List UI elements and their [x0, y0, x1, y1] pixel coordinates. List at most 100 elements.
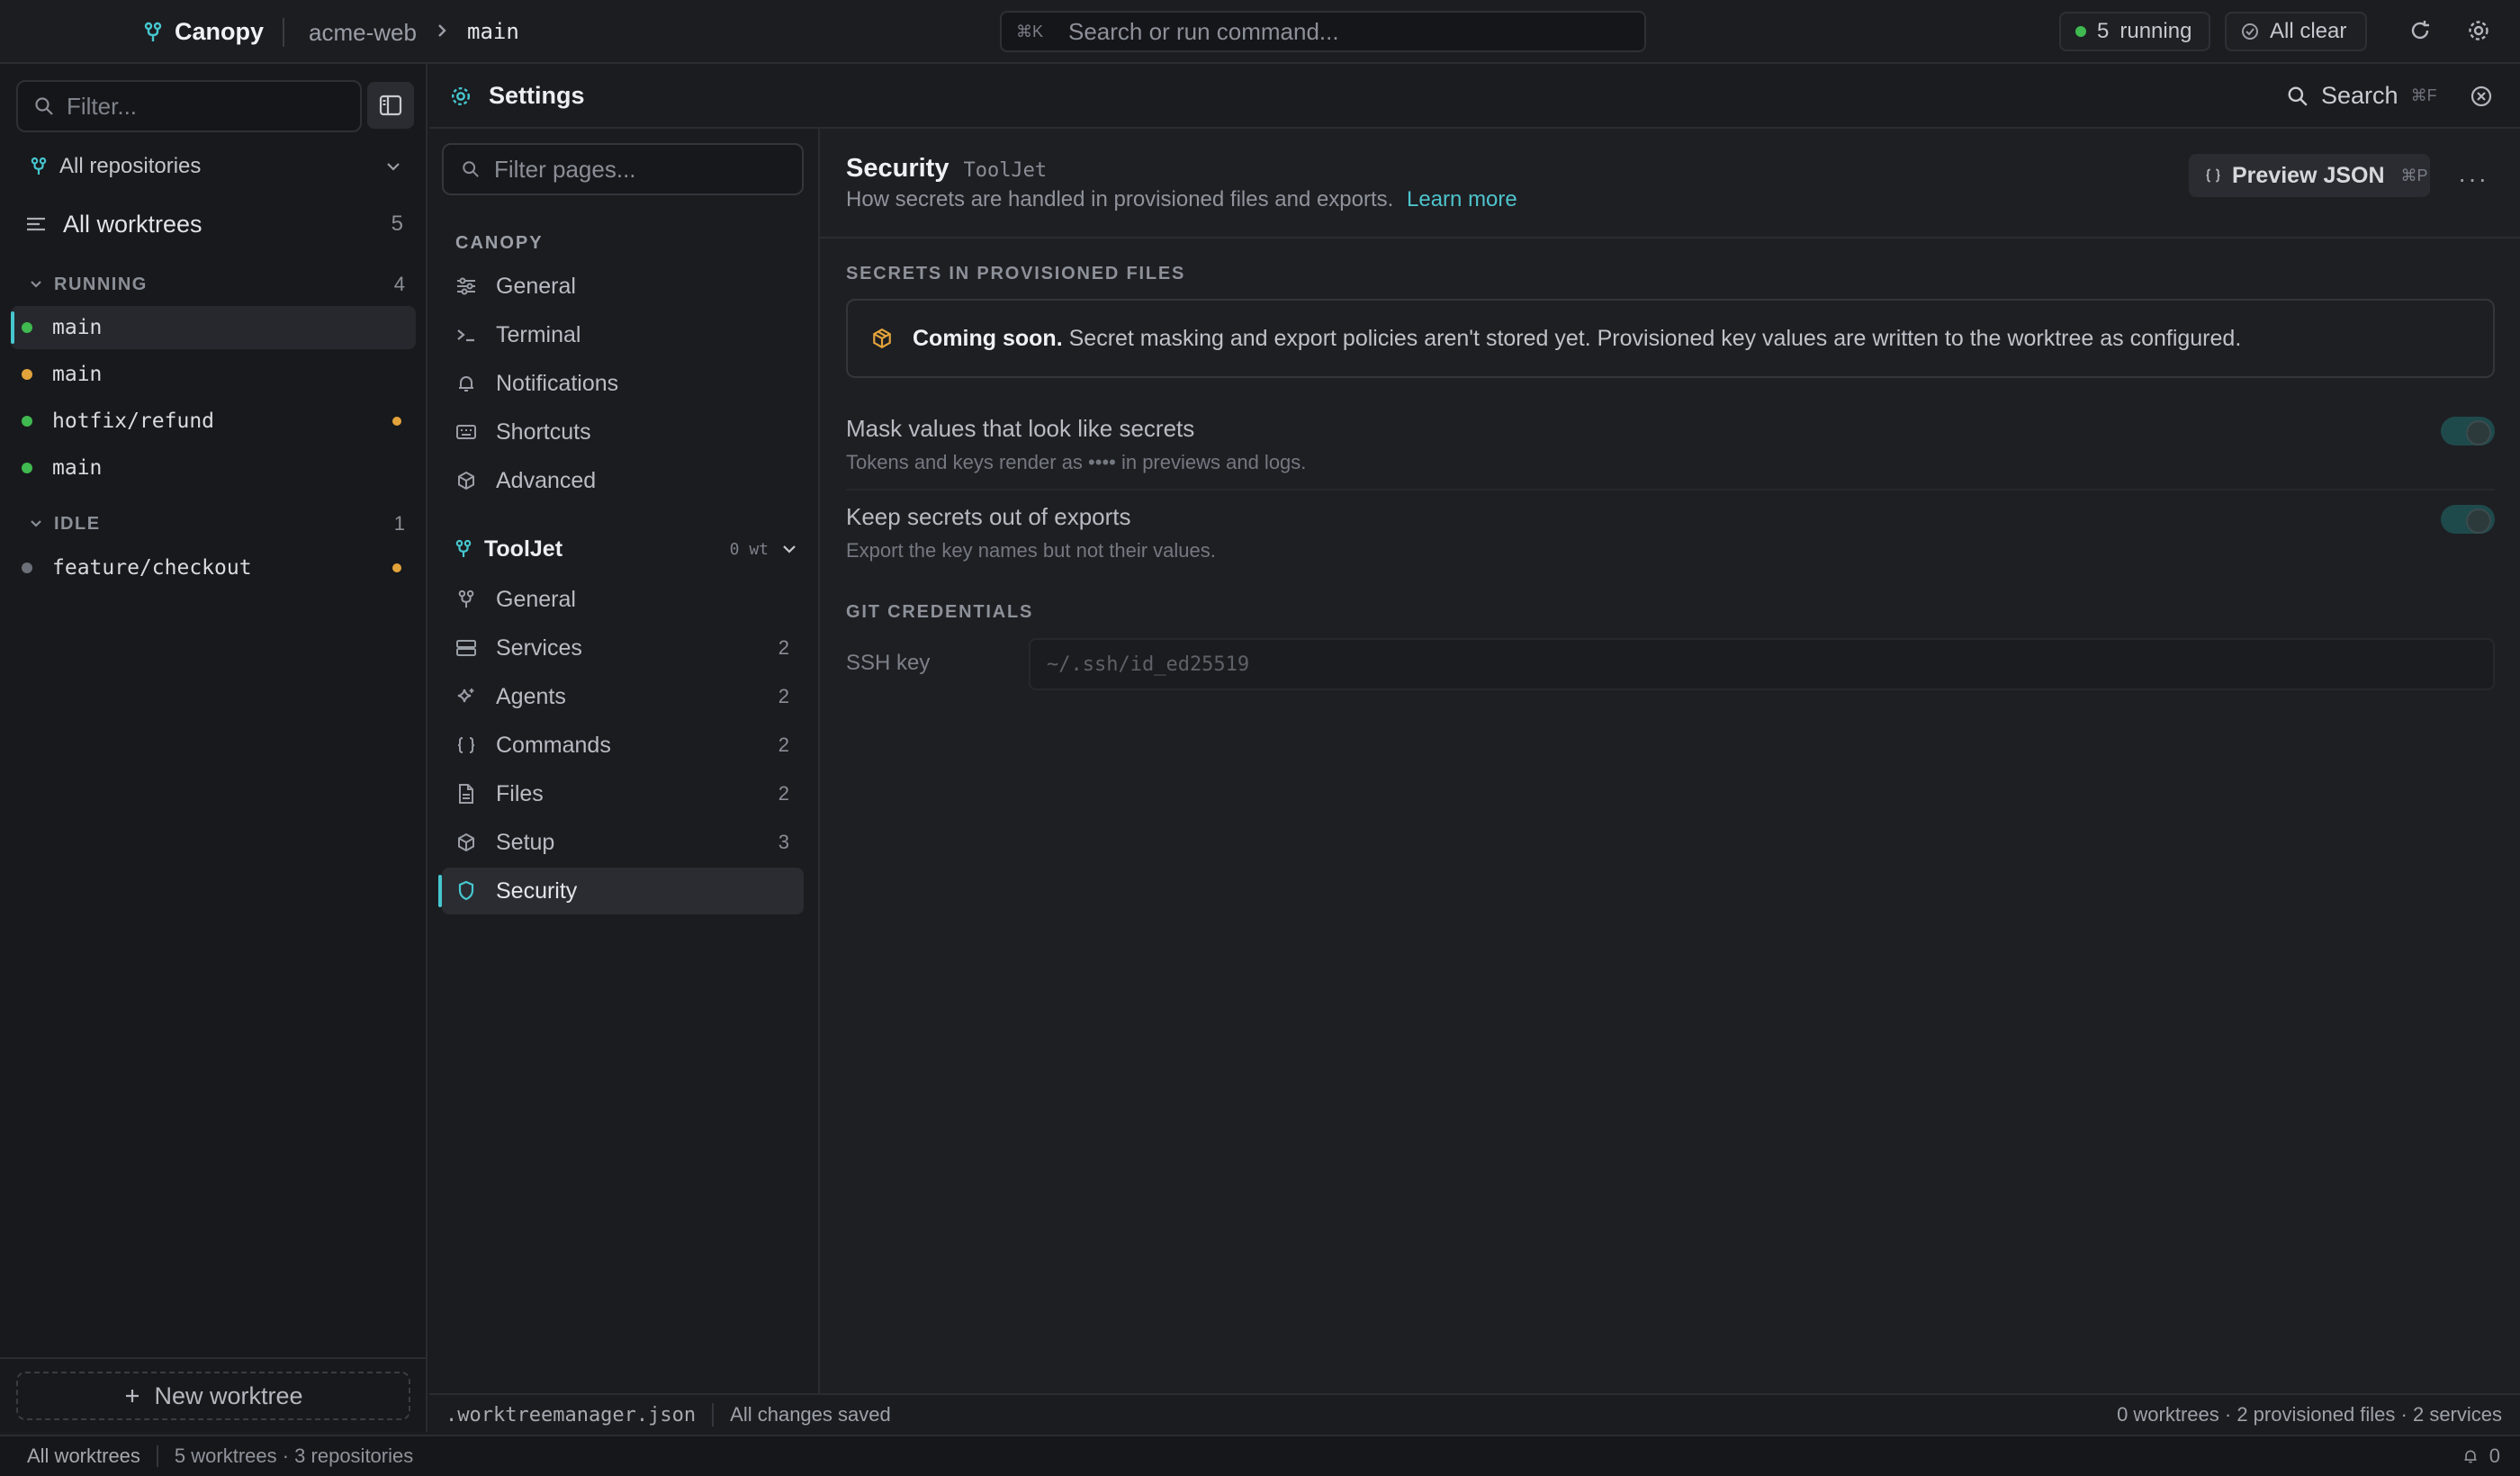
nav-item-notifications[interactable]: Notifications [442, 360, 804, 407]
branch-icon [455, 539, 472, 559]
filter-pages-input[interactable]: Filter pages... [442, 143, 804, 195]
gear-icon[interactable] [2466, 18, 2491, 43]
worktree-item[interactable]: main [11, 353, 416, 396]
notification-count: 0 [2488, 1444, 2500, 1467]
learn-more-link[interactable]: Learn more [1407, 187, 1517, 212]
exclude-exports-toggle[interactable] [2441, 505, 2495, 534]
worktree-item[interactable]: hotfix/refund [11, 400, 416, 443]
nav-item-security[interactable]: Security [438, 868, 804, 914]
preview-json-button[interactable]: Preview JSON ⌘P [2189, 154, 2430, 197]
ssh-key-input[interactable]: ~/.ssh/id_ed25519 [1029, 638, 2495, 690]
breadcrumb-repo[interactable]: acme-web [309, 19, 417, 47]
worktree-item[interactable]: main [11, 446, 416, 490]
group-header-running[interactable]: RUNNING 4 [29, 271, 405, 298]
config-file-name[interactable]: .worktreemanager.json [446, 1404, 696, 1426]
running-status-pill[interactable]: 5 running [2059, 12, 2210, 51]
plus-icon [123, 1387, 141, 1405]
braces-icon [454, 735, 478, 755]
nav-item-general[interactable]: General [442, 263, 804, 310]
nav-item-shortcuts[interactable]: Shortcuts [442, 409, 804, 455]
notifications-button[interactable]: 0 [2462, 1444, 2500, 1468]
save-status: All changes saved [730, 1403, 891, 1426]
ssh-key-placeholder: ~/.ssh/id_ed25519 [1047, 652, 1250, 676]
worktree-filter-input[interactable]: Filter... [16, 80, 362, 132]
filter-pages-placeholder: Filter pages... [494, 155, 636, 183]
worktree-item[interactable]: feature/checkout [11, 546, 416, 590]
chevron-down-icon [29, 279, 43, 290]
panel-header: Security ToolJet How secrets are handled… [820, 129, 2520, 238]
repository-select[interactable]: All repositories [31, 150, 401, 183]
nav-item-files[interactable]: Files 2 [442, 770, 804, 817]
settings-footer: .worktreemanager.json All changes saved … [429, 1393, 2520, 1435]
group-count: 1 [393, 512, 405, 535]
settings-header: Settings Search ⌘F [429, 64, 2520, 129]
nav-item-label: Shortcuts [496, 418, 591, 445]
refresh-icon[interactable] [2408, 18, 2432, 43]
nav-item-agents[interactable]: Agents 2 [442, 673, 804, 720]
toggle-panel-button[interactable] [367, 82, 414, 129]
sliders-icon [454, 276, 478, 296]
page-title-text: Security [846, 154, 950, 183]
setting-hint: Tokens and keys render as •••• in previe… [846, 451, 1307, 473]
nav-item-label: Commands [496, 732, 611, 758]
nav-item-label: Security [496, 878, 578, 904]
file-icon [454, 783, 478, 805]
all-worktrees-item[interactable]: All worktrees 5 [25, 206, 403, 242]
divider [712, 1403, 715, 1426]
page-description-text: How secrets are handled in provisioned f… [846, 187, 1394, 212]
gear-icon [449, 85, 472, 108]
branch-logo-icon [144, 22, 162, 43]
notice-body: Secret masking and export policies aren'… [1068, 325, 2242, 351]
chevron-down-icon [781, 543, 797, 555]
divider [283, 18, 284, 47]
group-count: 4 [393, 273, 405, 295]
nav-item-commands[interactable]: Commands 2 [442, 722, 804, 769]
nav-item-advanced[interactable]: Advanced [442, 457, 804, 504]
all-worktrees-label: All worktrees [63, 210, 202, 238]
check-circle-icon [2241, 22, 2259, 40]
close-icon[interactable] [2469, 84, 2494, 109]
nav-item-count: 2 [778, 636, 789, 659]
group-header-idle[interactable]: IDLE 1 [29, 510, 405, 537]
package-icon [871, 328, 893, 349]
app-brand[interactable]: Canopy [144, 18, 264, 46]
settings-search-button[interactable]: Search ⌘F [2287, 82, 2437, 110]
nav-item-terminal[interactable]: Terminal [442, 311, 804, 358]
new-worktree-button[interactable]: New worktree [16, 1372, 410, 1420]
changes-dot-icon [392, 563, 401, 572]
nav-item-count: 2 [778, 685, 789, 707]
security-settings-panel: Security ToolJet How secrets are handled… [820, 129, 2520, 1393]
nav-item-setup[interactable]: Setup 3 [442, 819, 804, 866]
nav-item-label: Services [496, 634, 582, 661]
nav-item-project-general[interactable]: General [442, 576, 804, 623]
sparkle-icon [454, 687, 478, 706]
running-count: 5 [2097, 19, 2110, 43]
divider [156, 1445, 158, 1467]
project-tag: ToolJet [963, 159, 1048, 182]
project-header[interactable]: ToolJet 0 wt [455, 533, 797, 565]
mask-secrets-toggle[interactable] [2441, 417, 2495, 446]
status-dot-icon [22, 416, 32, 427]
search-icon [462, 160, 480, 178]
command-palette-input[interactable]: ⌘K Search or run command... [1000, 11, 1646, 52]
section-secrets-label: SECRETS IN PROVISIONED FILES [846, 264, 1186, 284]
config-summary: 0 worktrees · 2 provisioned files · 2 se… [2117, 1403, 2502, 1426]
settings-title: Settings [449, 82, 585, 110]
health-status-pill[interactable]: All clear [2225, 12, 2367, 51]
worktree-name: hotfix/refund [52, 410, 215, 433]
search-icon [2287, 86, 2308, 107]
command-shortcut: ⌘K [1016, 22, 1044, 40]
notice-strong: Coming soon. [913, 325, 1063, 351]
breadcrumb-branch[interactable]: main [467, 19, 519, 44]
branch-icon [454, 590, 478, 609]
nav-item-services[interactable]: Services 2 [442, 625, 804, 671]
status-scope[interactable]: All worktrees [27, 1444, 140, 1468]
keyboard-icon [454, 424, 478, 440]
search-icon [34, 96, 54, 116]
status-dot-icon [22, 562, 32, 573]
page-title: Security ToolJet [846, 154, 1047, 184]
status-dot-icon [22, 369, 32, 380]
worktree-item[interactable]: main [11, 306, 416, 349]
health-label: All clear [2270, 19, 2347, 43]
more-options-icon[interactable]: ··· [2458, 165, 2488, 194]
